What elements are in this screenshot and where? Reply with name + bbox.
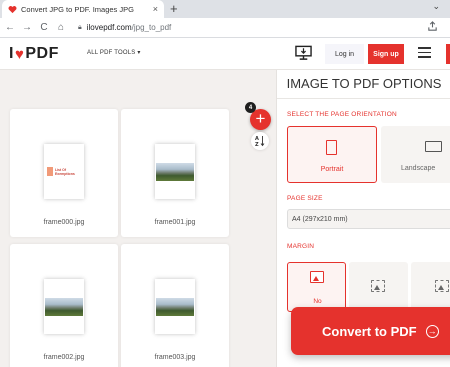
margin-none-option[interactable]: No bbox=[287, 262, 346, 312]
tab-search-icon[interactable]: ⌄ bbox=[432, 1, 440, 12]
image-big-margin-icon bbox=[435, 280, 449, 292]
portrait-icon bbox=[326, 140, 337, 155]
reload-icon[interactable]: C bbox=[37, 22, 51, 33]
portrait-label: Portrait bbox=[320, 166, 344, 173]
certificate-badge-icon bbox=[47, 167, 53, 176]
file-name: frame000.jpg bbox=[43, 219, 85, 226]
browser-address-bar: ← → C ⌂ 🔒︎ ilovepdf.com/jpg_to_pdf bbox=[0, 18, 450, 38]
all-pdf-tools-menu[interactable]: ALL PDF TOOLS ▾ bbox=[87, 49, 141, 56]
margin-none-label: No bbox=[313, 298, 322, 305]
file-card[interactable]: frame002.jpg bbox=[10, 244, 118, 367]
landscape-photo bbox=[156, 297, 194, 316]
margin-big-option[interactable] bbox=[411, 262, 450, 312]
certificate-text: List Of Exemptions bbox=[54, 167, 75, 176]
premium-button[interactable] bbox=[446, 44, 450, 64]
page-size-label: PAGE SIZE bbox=[287, 195, 323, 202]
page-thumbnail: List Of Exemptions bbox=[44, 144, 84, 199]
logo-text-pdf: PDF bbox=[25, 45, 59, 62]
orientation-label: SELECT THE PAGE ORIENTATION bbox=[287, 111, 397, 118]
url-path: /jpg_to_pdf bbox=[131, 23, 172, 32]
hamburger-menu-icon[interactable] bbox=[418, 47, 431, 58]
file-name: frame002.jpg bbox=[43, 354, 85, 361]
forward-icon[interactable]: → bbox=[20, 22, 34, 33]
landscape-photo bbox=[156, 162, 194, 181]
tab-title: Convert JPG to PDF. Images JPG bbox=[21, 4, 134, 14]
file-workspace: List Of Exemptions frame000.jpg frame001… bbox=[0, 70, 276, 367]
ilovepdf-logo[interactable]: I ♥ PDF bbox=[9, 45, 59, 63]
page-size-select[interactable]: A4 (297x210 mm) bbox=[287, 209, 450, 229]
file-name: frame001.jpg bbox=[154, 219, 196, 226]
share-icon[interactable] bbox=[427, 21, 438, 32]
site-header: I ♥ PDF ALL PDF TOOLS ▾ Log in Sign up bbox=[0, 38, 450, 70]
browser-tab-bar: Convert JPG to PDF. Images JPG × + ⌄ bbox=[0, 0, 450, 18]
back-icon[interactable]: ← bbox=[3, 22, 17, 33]
signup-button[interactable]: Sign up bbox=[368, 44, 404, 64]
sidebar-divider bbox=[277, 98, 450, 99]
browser-tab[interactable]: Convert JPG to PDF. Images JPG × bbox=[2, 0, 164, 18]
file-card[interactable]: List Of Exemptions frame000.jpg bbox=[10, 109, 118, 237]
landscape-icon bbox=[425, 141, 442, 152]
landscape-label: Landscape bbox=[401, 165, 436, 172]
file-card[interactable]: frame001.jpg bbox=[121, 109, 229, 237]
login-button[interactable]: Log in bbox=[325, 44, 364, 64]
new-tab-button[interactable]: + bbox=[170, 1, 178, 17]
portrait-option[interactable]: Portrait bbox=[287, 126, 377, 183]
file-card[interactable]: frame003.jpg bbox=[121, 244, 229, 367]
margin-label: MARGIN bbox=[287, 243, 315, 250]
svg-text:Z: Z bbox=[255, 142, 259, 147]
page-thumbnail bbox=[155, 144, 195, 199]
convert-to-pdf-button[interactable]: Convert to PDF → bbox=[291, 307, 450, 355]
margin-small-option[interactable] bbox=[349, 262, 408, 312]
ilovepdf-favicon-icon bbox=[8, 5, 17, 13]
arrow-right-circle-icon: → bbox=[425, 324, 439, 338]
desktop-app-icon[interactable] bbox=[295, 45, 312, 61]
tab-close-icon[interactable]: × bbox=[153, 4, 158, 14]
sort-az-icon: AZ bbox=[255, 136, 265, 147]
logo-heart-icon: ♥ bbox=[14, 45, 25, 63]
image-small-margin-icon bbox=[371, 280, 385, 292]
landscape-option[interactable]: Landscape bbox=[381, 126, 450, 183]
image-icon bbox=[310, 271, 324, 283]
sidebar-title: IMAGE TO PDF OPTIONS bbox=[286, 76, 442, 91]
lock-icon: 🔒︎ bbox=[78, 23, 82, 31]
logo-text-i: I bbox=[9, 45, 14, 62]
page-thumbnail bbox=[155, 279, 195, 334]
url-field[interactable]: 🔒︎ ilovepdf.com/jpg_to_pdf bbox=[78, 23, 171, 32]
convert-button-label: Convert to PDF bbox=[322, 323, 417, 339]
url-domain: ilovepdf.com bbox=[86, 23, 132, 32]
file-name: frame003.jpg bbox=[154, 354, 196, 361]
sort-files-button[interactable]: AZ bbox=[251, 132, 269, 150]
certificate-image: List Of Exemptions bbox=[46, 162, 82, 181]
file-count-badge: 4 bbox=[245, 102, 256, 113]
page-thumbnail bbox=[44, 279, 84, 334]
options-sidebar: IMAGE TO PDF OPTIONS SELECT THE PAGE ORI… bbox=[276, 70, 450, 367]
landscape-photo bbox=[45, 297, 83, 316]
home-icon[interactable]: ⌂ bbox=[54, 22, 68, 33]
